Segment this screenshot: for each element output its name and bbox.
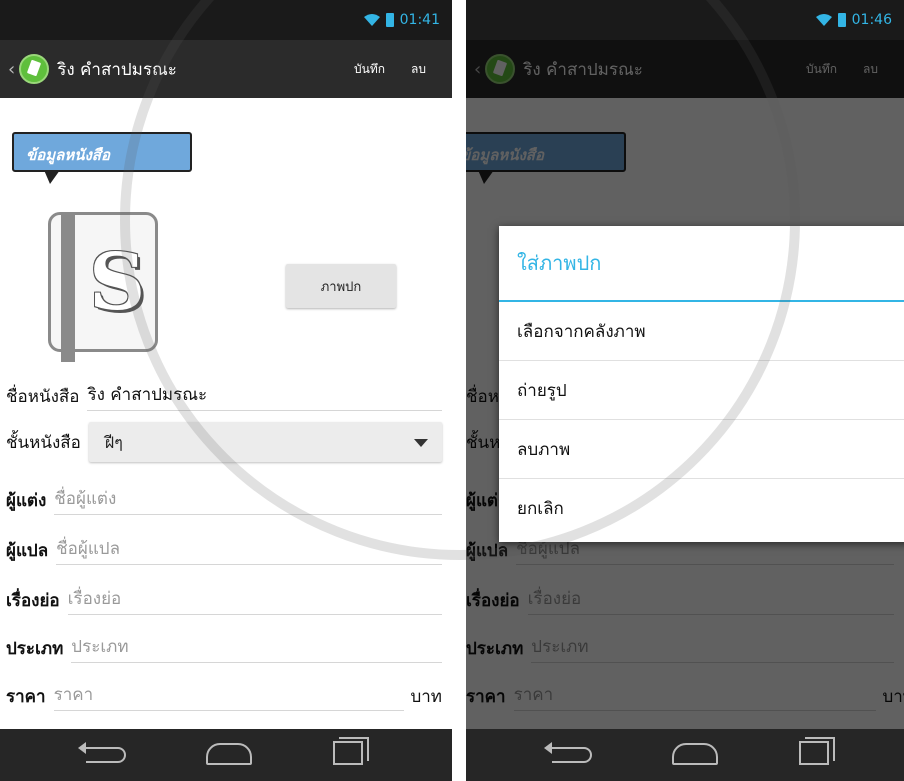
title-row: ชื่อหนังสือ ริง คำสาปมรณะ <box>6 376 442 416</box>
shelf-row: ชั้นหนังสือ ฝีๆ <box>6 422 442 462</box>
cover-image-button[interactable]: ภาพปก <box>286 264 396 308</box>
translator-row: ผู้แปล ชื่อผู้แปล <box>6 530 442 570</box>
synopsis-input[interactable]: เรื่องย่อ <box>67 585 442 615</box>
synopsis-label: เรื่องย่อ <box>6 590 60 611</box>
cancel-option[interactable]: ยกเลิก <box>499 479 904 538</box>
book-cover-letter: S <box>89 237 146 328</box>
section-label: ข้อมูลหนังสือ <box>12 132 192 184</box>
shelf-dropdown[interactable]: ฝีๆ <box>88 422 442 462</box>
wifi-icon <box>363 14 380 26</box>
author-row: ผู้แต่ง ชื่อผู้แต่ง <box>6 480 442 520</box>
action-bar: ‹ ริง คำสาปมรณะ บันทึก ลบ <box>0 40 452 98</box>
app-icon[interactable] <box>19 54 50 84</box>
price-label: ราคา <box>6 686 46 707</box>
shelf-selected-value: ฝีๆ <box>104 433 123 452</box>
home-icon[interactable] <box>206 743 252 765</box>
back-icon[interactable] <box>78 742 126 763</box>
right-screen: 01:46 ‹ ริง คำสาปมรณะ บันทึก ลบ ข้อมูลหน… <box>466 0 904 781</box>
choose-from-gallery-option[interactable]: เลือกจากคลังภาพ <box>499 302 904 361</box>
nav-bar-right <box>466 729 904 781</box>
title-input[interactable]: ริง คำสาปมรณะ <box>87 381 442 411</box>
translator-label: ผู้แปล <box>6 540 49 561</box>
status-bar: 01:41 <box>0 0 452 40</box>
recent-apps-icon[interactable] <box>333 737 369 765</box>
delete-button[interactable]: ลบ <box>411 60 426 79</box>
book-cover-image[interactable]: S <box>48 212 158 362</box>
genre-row: ประเภท ประเภท <box>6 628 442 668</box>
status-time: 01:41 <box>399 12 440 28</box>
price-input[interactable]: ราคา <box>53 681 405 711</box>
nav-bar <box>0 729 452 781</box>
delete-image-option[interactable]: ลบภาพ <box>499 420 904 479</box>
home-icon[interactable] <box>672 743 718 765</box>
genre-label: ประเภท <box>6 638 64 659</box>
back-chevron-icon[interactable]: ‹ <box>8 59 15 80</box>
synopsis-row: เรื่องย่อ เรื่องย่อ <box>6 580 442 620</box>
price-row: ราคา ราคา บาท <box>6 676 442 716</box>
author-label: ผู้แต่ง <box>6 490 47 511</box>
wifi-icon <box>815 14 832 26</box>
status-time-right: 01:46 <box>851 12 892 28</box>
dialog-title: ใส่ภาพปก <box>499 226 904 302</box>
page-title: ริง คำสาปมรณะ <box>57 59 177 80</box>
shelf-label: ชั้นหนังสือ <box>6 432 81 453</box>
save-button[interactable]: บันทึก <box>354 60 385 79</box>
price-unit: บาท <box>410 686 442 707</box>
left-screen: 01:41 ‹ ริง คำสาปมรณะ บันทึก ลบ ข้อมูลหน… <box>0 0 452 781</box>
battery-icon <box>837 13 846 27</box>
genre-input[interactable]: ประเภท <box>71 633 442 663</box>
status-bar-right: 01:46 <box>466 0 904 40</box>
take-photo-option[interactable]: ถ่ายรูป <box>499 361 904 420</box>
dropdown-caret-icon <box>414 439 428 447</box>
book-spine <box>61 212 75 362</box>
cover-image-dialog: ใส่ภาพปก เลือกจากคลังภาพ ถ่ายรูป ลบภาพ ย… <box>499 226 904 542</box>
author-input[interactable]: ชื่อผู้แต่ง <box>54 485 442 515</box>
section-label-text: ข้อมูลหนังสือ <box>26 146 110 164</box>
recent-apps-icon[interactable] <box>799 737 835 765</box>
title-label: ชื่อหนังสือ <box>6 386 80 407</box>
battery-icon <box>385 13 394 27</box>
back-icon[interactable] <box>544 742 592 763</box>
translator-input[interactable]: ชื่อผู้แปล <box>56 535 442 565</box>
